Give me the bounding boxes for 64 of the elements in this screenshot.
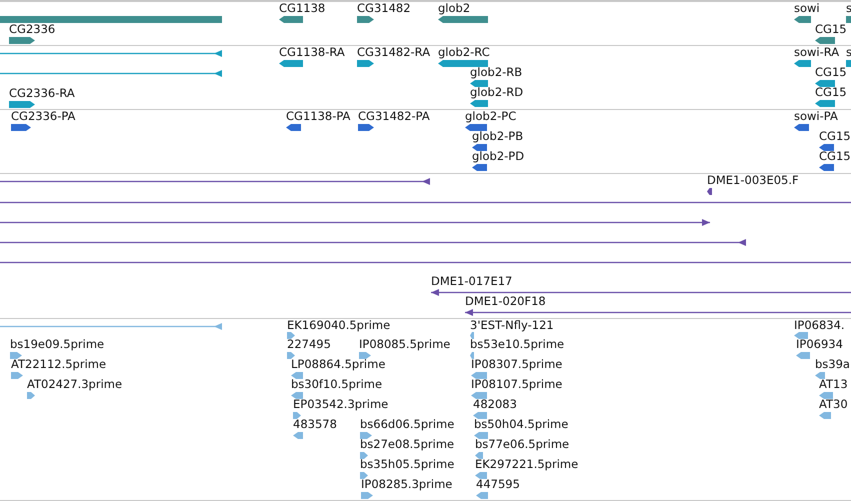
feature-label: sowi [794, 2, 820, 15]
alignment-line[interactable] [431, 289, 851, 296]
feature-label: IP08285.3prime [361, 478, 452, 491]
feature-label: AT02427.3prime [27, 378, 122, 391]
feature-label: bs39a [815, 358, 850, 371]
feature-label: DME1-020F18 [465, 295, 546, 308]
alignment-line[interactable] [465, 309, 851, 316]
feature-label: EK169040.5prime [287, 319, 390, 332]
feature-label: CG15 [819, 150, 851, 163]
feature-label: CG15 [815, 86, 847, 99]
feature-label: CG2336-RA [9, 87, 75, 100]
alignment-line[interactable] [0, 70, 222, 77]
feature-label: IP06834. [794, 319, 845, 332]
feature-label: LP08864.5prime [291, 358, 386, 371]
feature-label: CG31482-RA [357, 46, 430, 59]
feature-label: 482083 [473, 398, 517, 411]
feature-label: glob2-PC [465, 110, 516, 123]
feature-label: IP08307.5prime [471, 358, 562, 371]
feature-label: CG1138-RA [279, 46, 345, 59]
alignment-line[interactable] [0, 199, 851, 206]
feature-label: AT22112.5prime [11, 358, 106, 371]
feature-label: CG31482-PA [358, 110, 430, 123]
feature-label: EP03542.3prime [293, 398, 388, 411]
feature-label: 227495 [287, 338, 331, 351]
feature-label: bs19e09.5prime [10, 338, 104, 351]
feature-label: AT13 [819, 378, 848, 391]
feature-label: DME1-003E05.F [707, 174, 799, 187]
feature-label: DME1-017E17 [431, 275, 512, 288]
alignment-line[interactable] [0, 50, 222, 57]
feature-label: CG15 [819, 130, 851, 143]
feature-label: CG31482 [357, 2, 411, 15]
feature-label: 483578 [293, 418, 337, 431]
feature-label: glob2-PD [472, 150, 524, 163]
feature-label: AT30 [819, 398, 848, 411]
alignment-line[interactable] [0, 219, 710, 226]
feature-label: sowi-PA [794, 110, 838, 123]
feature-label: 3'EST-Nfly-121 [470, 319, 554, 332]
feature-label: bs50h04.5prime [474, 418, 568, 431]
feature-label: CG2336-PA [11, 110, 76, 123]
feature-label: EK297221.5prime [475, 458, 578, 471]
feature-label: bs30f10.5prime [291, 378, 382, 391]
feature-label: IP06934 [796, 338, 843, 351]
feature-label: glob2 [438, 2, 470, 15]
feature-label: glob2-PB [472, 130, 524, 143]
alignment-line[interactable] [0, 178, 430, 185]
feature-label: CG15 [815, 23, 847, 36]
feature-label: 447595 [476, 478, 520, 491]
feature-label: IP08085.5prime [359, 338, 450, 351]
feature-label: glob2-RB [470, 66, 522, 79]
feature-label: sowi-RA [794, 46, 840, 59]
feature-label: CG1138 [279, 2, 326, 15]
feature-label: bs77e06.5prime [475, 438, 570, 451]
feature-label: glob2-RD [470, 86, 524, 99]
feature-label: bs27e08.5prime [360, 438, 454, 451]
feature-label: bs35h05.5prime [360, 458, 454, 471]
feature-label: CG15 [815, 66, 847, 79]
feature-label: bs53e10.5prime [470, 338, 564, 351]
feature-label: bs66d06.5prime [360, 418, 454, 431]
feature-label: IP08107.5prime [471, 378, 562, 391]
feature-label: CG2336 [9, 23, 56, 36]
alignment-line[interactable] [0, 259, 851, 266]
alignment-line[interactable] [0, 239, 746, 246]
feature-label: CG1138-PA [286, 110, 350, 123]
feature-label: glob2-RC [438, 46, 490, 59]
